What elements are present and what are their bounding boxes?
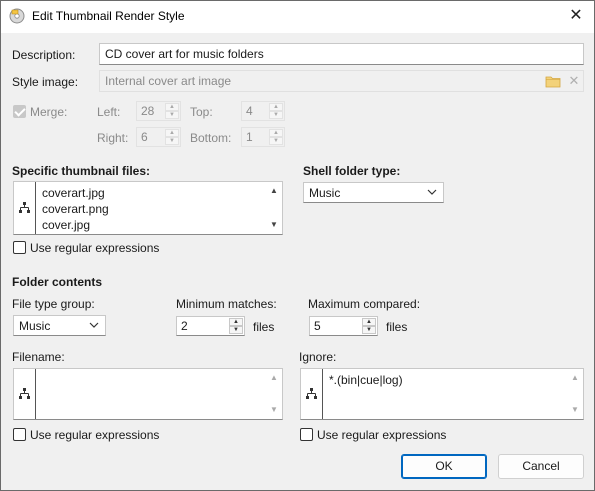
filename-regex-checkbox[interactable]	[13, 428, 26, 441]
file-type-group-select[interactable]: Music	[13, 315, 106, 336]
file-type-group-value: Music	[19, 319, 51, 333]
ignore-list[interactable]: *.(bin|cue|log) ▲ ▼	[300, 368, 584, 420]
app-icon	[9, 8, 25, 24]
merge-checkbox[interactable]	[13, 105, 26, 118]
specific-files-list[interactable]: coverart.jpg coverart.png cover.jpg ▲ ▼	[13, 181, 283, 235]
specific-files-label: Specific thumbnail files:	[12, 164, 151, 178]
description-input[interactable]: CD cover art for music folders	[99, 43, 584, 65]
min-matches-label: Minimum matches:	[176, 297, 277, 311]
merge-top-label: Top:	[190, 105, 213, 119]
dialog-window: Edit Thumbnail Render Style ✕ Descriptio…	[0, 0, 595, 491]
merge-bottom-value: 1	[246, 130, 253, 144]
window-title: Edit Thumbnail Render Style	[32, 9, 185, 23]
merge-right-spinner[interactable]: 6 ▲ ▼	[136, 127, 181, 147]
ignore-value[interactable]: *.(bin|cue|log)	[329, 372, 565, 388]
title-bar: Edit Thumbnail Render Style ✕	[1, 1, 594, 33]
style-image-label: Style image:	[12, 75, 79, 89]
max-compared-label: Maximum compared:	[308, 297, 421, 311]
spin-down-icon[interactable]: ▼	[269, 137, 283, 145]
merge-left-label: Left:	[97, 105, 121, 119]
cancel-button[interactable]: Cancel	[498, 454, 584, 479]
max-compared-spinner[interactable]: 5 ▲ ▼	[309, 316, 378, 336]
tree-structure-icon	[19, 202, 30, 213]
merge-bottom-spinner[interactable]: 1 ▲ ▼	[241, 127, 285, 147]
scroll-up-icon[interactable]: ▲	[266, 184, 282, 198]
clear-icon[interactable]: ✕	[567, 73, 581, 89]
ignore-items: *.(bin|cue|log)	[329, 372, 565, 388]
ignore-label: Ignore:	[299, 350, 337, 364]
spin-up-icon[interactable]: ▲	[362, 318, 376, 326]
min-matches-unit: files	[253, 320, 275, 334]
description-label: Description:	[12, 48, 76, 62]
filename-label: Filename:	[12, 350, 65, 364]
file-type-group-label: File type group:	[12, 297, 95, 311]
merge-label: Merge:	[30, 105, 68, 119]
min-matches-value: 2	[181, 319, 188, 333]
spin-down-icon[interactable]: ▼	[165, 137, 179, 145]
specific-files-items: coverart.jpg coverart.png cover.jpg	[42, 185, 264, 233]
ignore-regex-label: Use regular expressions	[317, 428, 447, 442]
list-gutter	[301, 369, 323, 419]
spin-up-icon[interactable]: ▲	[269, 129, 283, 137]
ignore-regex-checkbox[interactable]	[300, 428, 313, 441]
folder-icon[interactable]	[545, 73, 561, 89]
merge-left-value: 28	[141, 104, 155, 118]
list-item[interactable]: cover.jpg	[42, 217, 264, 233]
merge-right-value: 6	[141, 130, 148, 144]
style-image-field: Internal cover art image	[99, 70, 584, 92]
list-item[interactable]: coverart.jpg	[42, 185, 264, 201]
vertical-scrollbar[interactable]: ▲ ▼	[266, 182, 282, 234]
vertical-scrollbar[interactable]: ▲ ▼	[567, 369, 583, 419]
filename-items	[42, 372, 264, 388]
ok-button[interactable]: OK	[401, 454, 487, 479]
shell-folder-select[interactable]: Music	[303, 182, 444, 203]
style-image-value: Internal cover art image	[105, 74, 232, 88]
spin-down-icon[interactable]: ▼	[229, 326, 243, 334]
min-matches-spinner[interactable]: 2 ▲ ▼	[176, 316, 245, 336]
scroll-down-icon[interactable]: ▼	[567, 403, 583, 417]
merge-top-spinner[interactable]: 4 ▲ ▼	[241, 101, 285, 121]
shell-folder-value: Music	[309, 186, 341, 200]
merge-left-spinner[interactable]: 28 ▲ ▼	[136, 101, 181, 121]
spin-down-icon[interactable]: ▼	[362, 326, 376, 334]
scroll-down-icon[interactable]: ▼	[266, 218, 282, 232]
max-compared-value: 5	[314, 319, 321, 333]
scroll-up-icon[interactable]: ▲	[567, 371, 583, 385]
list-item[interactable]: coverart.png	[42, 201, 264, 217]
filename-regex-label: Use regular expressions	[30, 428, 160, 442]
spin-up-icon[interactable]: ▲	[165, 103, 179, 111]
merge-top-value: 4	[246, 104, 253, 118]
tree-structure-icon	[19, 388, 30, 399]
max-compared-unit: files	[386, 320, 408, 334]
shell-folder-label: Shell folder type:	[303, 164, 401, 178]
folder-contents-heading: Folder contents	[12, 275, 103, 289]
chevron-down-icon	[427, 185, 437, 199]
spin-up-icon[interactable]: ▲	[165, 129, 179, 137]
spin-down-icon[interactable]: ▼	[165, 111, 179, 119]
list-gutter	[14, 182, 36, 234]
filename-value[interactable]	[42, 372, 264, 388]
spin-down-icon[interactable]: ▼	[269, 111, 283, 119]
tree-structure-icon	[306, 388, 317, 399]
vertical-scrollbar[interactable]: ▲ ▼	[266, 369, 282, 419]
filename-list[interactable]: ▲ ▼	[13, 368, 283, 420]
chevron-down-icon	[89, 318, 99, 332]
close-button[interactable]: ✕	[564, 5, 588, 27]
list-gutter	[14, 369, 36, 419]
merge-right-label: Right:	[97, 131, 129, 145]
spin-up-icon[interactable]: ▲	[229, 318, 243, 326]
scroll-up-icon[interactable]: ▲	[266, 371, 282, 385]
spin-up-icon[interactable]: ▲	[269, 103, 283, 111]
merge-bottom-label: Bottom:	[190, 131, 232, 145]
specific-files-regex-label: Use regular expressions	[30, 241, 160, 255]
specific-files-regex-checkbox[interactable]	[13, 241, 26, 254]
scroll-down-icon[interactable]: ▼	[266, 403, 282, 417]
